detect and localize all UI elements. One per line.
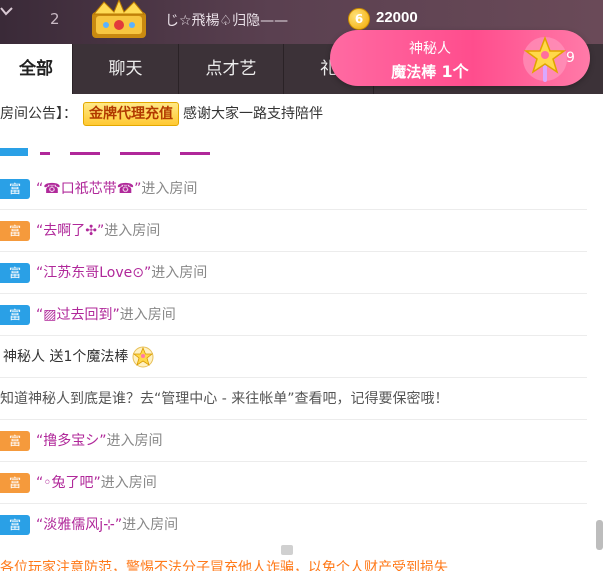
- message-suffix: 进入房间: [151, 265, 208, 281]
- wealth-badge: 富: [0, 431, 30, 451]
- message-user[interactable]: “◦兔了吧”: [36, 475, 101, 491]
- list-item: 神秘人 送1个魔法棒: [0, 336, 587, 378]
- gift-popup-extra: 9: [566, 50, 575, 66]
- tab-song-request[interactable]: 点才艺: [179, 44, 284, 94]
- list-item: 富 “撸多宝シ”进入房间: [0, 420, 587, 462]
- rank-user-name[interactable]: じ☆飛楊♤归隐——: [165, 10, 288, 30]
- magic-wand-icon: [523, 35, 567, 82]
- tab-chat[interactable]: 聊天: [73, 44, 179, 94]
- scrollbar-handle[interactable]: [596, 520, 603, 550]
- list-item: 富 “☎口祇芯带☎”进入房间: [0, 168, 587, 210]
- wealth-badge: 富: [0, 473, 30, 493]
- announcement-prefix: 房间公告】：: [0, 106, 77, 122]
- rank-number: 2: [50, 10, 60, 28]
- system-notice-text: 知道神秘人到底是谁？去“管理中心 - 来往帐单”查看吧，记得要保密哦！: [0, 391, 449, 407]
- list-item: 富 “▨过去回到”进入房间: [0, 294, 587, 336]
- message-user[interactable]: “去啊了✣”: [36, 223, 104, 239]
- collapse-arrow-icon[interactable]: [0, 6, 14, 16]
- message-suffix: 进入房间: [104, 223, 161, 239]
- message-user[interactable]: “撸多宝シ”: [36, 433, 107, 449]
- rank-score: 22000: [376, 9, 418, 26]
- message-suffix: 进入房间: [141, 181, 198, 197]
- wealth-badge: 富: [0, 221, 30, 241]
- message-user[interactable]: “江苏东哥Love⊙”: [36, 265, 151, 281]
- scroll-to-top-icon[interactable]: [281, 545, 293, 555]
- wealth-badge: 富: [0, 305, 30, 325]
- message-suffix: 进入房间: [106, 433, 163, 449]
- list-item: 富 “◦兔了吧”进入房间: [0, 462, 587, 504]
- gift-popup: 神秘人 魔法棒 1个: [330, 30, 590, 86]
- room-announcement: 房间公告】： 金牌代理充值 感谢大家一路支持陪伴: [0, 100, 323, 128]
- message-suffix: 进入房间: [100, 475, 157, 491]
- list-item: 富 “江苏东哥Love⊙”进入房间: [0, 252, 587, 294]
- wealth-badge: 富: [0, 263, 30, 283]
- list-item: 富 “淡雅儒风j⊹”进入房间: [0, 504, 587, 545]
- gift-popup-line: 魔法棒 1个: [330, 58, 530, 82]
- wealth-badge: 富: [0, 515, 30, 535]
- announcement-badge[interactable]: 金牌代理充值: [83, 102, 179, 126]
- gift-popup-count: 1个: [441, 62, 469, 81]
- chat-message-list[interactable]: 富 “☎口祇芯带☎”进入房间 富 “去啊了✣”进入房间 富 “江苏东哥Love⊙”进入…: [0, 140, 587, 545]
- message-user[interactable]: “☎口祇芯带☎”: [36, 181, 141, 197]
- coin-icon: 6: [348, 8, 370, 30]
- message-user[interactable]: “▨过去回到”: [36, 307, 120, 323]
- tab-all[interactable]: 全部: [0, 44, 73, 94]
- gift-message-text: 神秘人 送1个魔法棒: [3, 349, 129, 365]
- announcement-text: 感谢大家一路支持陪伴: [183, 106, 323, 122]
- message-user[interactable]: “淡雅儒风j⊹”: [36, 517, 122, 533]
- gift-popup-sender: 神秘人: [409, 41, 451, 57]
- message-suffix: 进入房间: [119, 307, 176, 323]
- list-item: 知道神秘人到底是谁？去“管理中心 - 来往帐单”查看吧，记得要保密哦！: [0, 378, 587, 420]
- wealth-badge: 富: [0, 179, 30, 199]
- gift-popup-gift: 魔法棒: [391, 63, 437, 81]
- warning-ticker: 各位玩家注意防范，警惕不法分子冒充他人诈骗，以免个人财产受到损失: [0, 560, 448, 571]
- list-item: 富 “去啊了✣”进入房间: [0, 210, 587, 252]
- magic-wand-icon: [132, 346, 154, 368]
- crown-icon: [92, 0, 146, 38]
- message-suffix: 进入房间: [122, 517, 179, 533]
